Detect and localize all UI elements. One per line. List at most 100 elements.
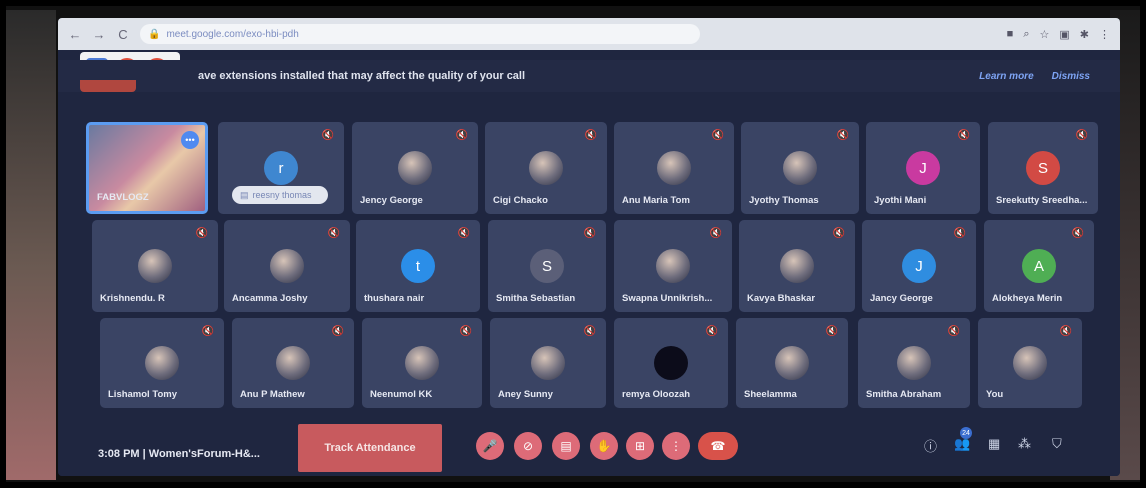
browser-toolbar: ← → C 🔒 meet.google.com/exo-hbi-pdh ■ ⌕ … bbox=[58, 18, 1120, 50]
participant-name: Jyothy Thomas bbox=[749, 195, 819, 206]
participant-name: reesny thomas bbox=[252, 190, 312, 200]
avatar: J bbox=[902, 249, 936, 283]
mic-icon[interactable]: 🎤 bbox=[476, 432, 504, 460]
participant-tile[interactable]: 🔇 You bbox=[978, 318, 1082, 408]
participant-tile[interactable]: 🔇 r ▤ reesny thomas bbox=[218, 122, 344, 214]
bottom-bar: 3:08 PM | Women'sForum-H&... Track Atten… bbox=[58, 418, 1120, 476]
participant-tile[interactable]: 🔇 Kavya Bhaskar bbox=[739, 220, 855, 312]
participant-tile[interactable]: 🔇 A Alokheya Merin bbox=[984, 220, 1094, 312]
mic-muted-icon: 🔇 bbox=[836, 130, 849, 141]
star-icon[interactable]: ☆ bbox=[1040, 28, 1050, 41]
participant-tile[interactable]: 🔇 Smitha Abraham bbox=[858, 318, 970, 408]
host-controls-icon[interactable]: ⛉ bbox=[1052, 436, 1062, 452]
avatar: S bbox=[1026, 151, 1060, 185]
participant-tile[interactable]: 🔇 Aney Sunny bbox=[490, 318, 606, 408]
lock-icon: 🔒 bbox=[148, 28, 161, 40]
participant-name: FABVLOGZ bbox=[97, 192, 149, 203]
tile-more-icon[interactable]: ••• bbox=[181, 131, 199, 149]
participant-tile[interactable]: 🔇 Lishamol Tomy bbox=[100, 318, 224, 408]
avatar-photo bbox=[783, 151, 817, 185]
participant-tile[interactable]: 🔇 Ancamma Joshy bbox=[224, 220, 350, 312]
camera-indicator-icon[interactable]: ■ bbox=[1007, 28, 1014, 41]
forward-button[interactable]: → bbox=[92, 27, 106, 42]
mic-muted-icon: 🔇 bbox=[195, 228, 208, 239]
avatar: S bbox=[530, 249, 564, 283]
participant-name-pill: ▤ reesny thomas bbox=[232, 186, 328, 204]
participant-tile[interactable]: 🔇 Swapna Unnikrish... bbox=[614, 220, 732, 312]
warning-text: ave extensions installed that may affect… bbox=[198, 70, 526, 82]
participant-tile[interactable]: 🔇 S Sreekutty Sreedha... bbox=[988, 122, 1098, 214]
activities-icon[interactable]: ⁂ bbox=[1018, 436, 1031, 452]
extension-icon[interactable]: ▣ bbox=[1059, 28, 1069, 41]
mic-muted-icon: 🔇 bbox=[584, 130, 597, 141]
participant-tile[interactable]: 🔇 J Jyothi Mani bbox=[866, 122, 980, 214]
raise-hand-icon[interactable]: ✋ bbox=[590, 432, 618, 460]
track-attendance-button[interactable]: Track Attendance bbox=[298, 424, 442, 472]
back-button[interactable]: ← bbox=[68, 27, 82, 42]
mic-muted-icon: 🔇 bbox=[825, 326, 838, 337]
mic-muted-icon: 🔇 bbox=[201, 326, 214, 337]
hang-up-icon[interactable]: ☎ bbox=[698, 432, 738, 460]
participant-name: Anu P Mathew bbox=[240, 389, 305, 400]
people-count-badge: 24 bbox=[960, 427, 972, 439]
avatar-photo bbox=[138, 249, 172, 283]
participant-name: Jency George bbox=[360, 195, 423, 206]
avatar-photo bbox=[270, 249, 304, 283]
participant-name: thushara nair bbox=[364, 293, 425, 304]
participant-name: Alokheya Merin bbox=[992, 293, 1063, 304]
participant-tile[interactable]: 🔇 Sheelamma bbox=[736, 318, 848, 408]
people-icon[interactable]: 24 👥 bbox=[954, 427, 972, 452]
avatar-photo bbox=[529, 151, 563, 185]
participant-name: Kavya Bhaskar bbox=[747, 293, 816, 304]
mic-muted-icon: 🔇 bbox=[1071, 228, 1084, 239]
participant-name: remya Oloozah bbox=[622, 389, 691, 400]
address-bar[interactable]: 🔒 meet.google.com/exo-hbi-pdh bbox=[140, 24, 700, 44]
participant-tile[interactable]: 🔇 Cigi Chacko bbox=[485, 122, 607, 214]
info-icon[interactable]: ⓘ bbox=[924, 436, 937, 455]
zoom-icon[interactable]: ⌕ bbox=[1023, 28, 1029, 41]
avatar-photo bbox=[531, 346, 565, 380]
participant-tile[interactable]: 🔇 S Smitha Sebastian bbox=[488, 220, 606, 312]
participant-tile[interactable]: 🔇 Neenumol KK bbox=[362, 318, 482, 408]
participant-name: Lishamol Tomy bbox=[108, 389, 177, 400]
participant-tile[interactable]: 🔇 remya Oloozah bbox=[614, 318, 728, 408]
puzzle-icon[interactable]: ✱ bbox=[1080, 28, 1089, 41]
participant-name: Aney Sunny bbox=[498, 389, 553, 400]
url-text: meet.google.com/exo-hbi-pdh bbox=[166, 28, 299, 40]
participant-tile[interactable]: 🔇 Jency George bbox=[352, 122, 478, 214]
warning-accent bbox=[80, 80, 136, 92]
learn-more-link[interactable]: Learn more bbox=[979, 71, 1033, 82]
mic-muted-icon: 🔇 bbox=[832, 228, 845, 239]
dismiss-link[interactable]: Dismiss bbox=[1052, 71, 1090, 82]
captions-icon[interactable]: ▤ bbox=[552, 432, 580, 460]
participant-tile[interactable]: 🔇 t thushara nair bbox=[356, 220, 480, 312]
mic-muted-icon: 🔇 bbox=[705, 326, 718, 337]
participant-tile[interactable]: 🔇 Jyothy Thomas bbox=[741, 122, 859, 214]
mic-muted-icon: 🔇 bbox=[321, 130, 334, 141]
camera-off-icon[interactable]: ⊘ bbox=[514, 432, 542, 460]
participant-tile[interactable]: 🔇 Anu P Mathew bbox=[232, 318, 354, 408]
avatar-photo bbox=[1013, 346, 1047, 380]
mic-muted-icon: 🔇 bbox=[583, 326, 596, 337]
avatar-photo bbox=[780, 249, 814, 283]
participant-tile[interactable]: 🔇 Anu Maria Tom bbox=[614, 122, 734, 214]
background-wall-left bbox=[6, 10, 56, 480]
avatar-photo bbox=[276, 346, 310, 380]
avatar-photo bbox=[656, 249, 690, 283]
participant-name: Jancy George bbox=[870, 293, 933, 304]
avatar: r bbox=[264, 151, 298, 185]
avatar-photo bbox=[405, 346, 439, 380]
avatar-photo bbox=[897, 346, 931, 380]
participant-tile[interactable]: 🔇 J Jancy George bbox=[862, 220, 976, 312]
participant-name: You bbox=[986, 389, 1004, 400]
participant-name: Cigi Chacko bbox=[493, 195, 548, 206]
participant-name: Anu Maria Tom bbox=[622, 195, 690, 206]
present-icon[interactable]: ⊞ bbox=[626, 432, 654, 460]
participant-tile[interactable]: ••• FABVLOGZ bbox=[86, 122, 208, 214]
mic-muted-icon: 🔇 bbox=[947, 326, 960, 337]
more-options-icon[interactable]: ⋮ bbox=[662, 432, 690, 460]
chat-icon[interactable]: ▦ bbox=[988, 436, 1000, 452]
reload-button[interactable]: C bbox=[116, 27, 130, 42]
participant-tile[interactable]: 🔇 Krishnendu. R bbox=[92, 220, 218, 312]
menu-icon[interactable]: ⋮ bbox=[1099, 28, 1110, 41]
